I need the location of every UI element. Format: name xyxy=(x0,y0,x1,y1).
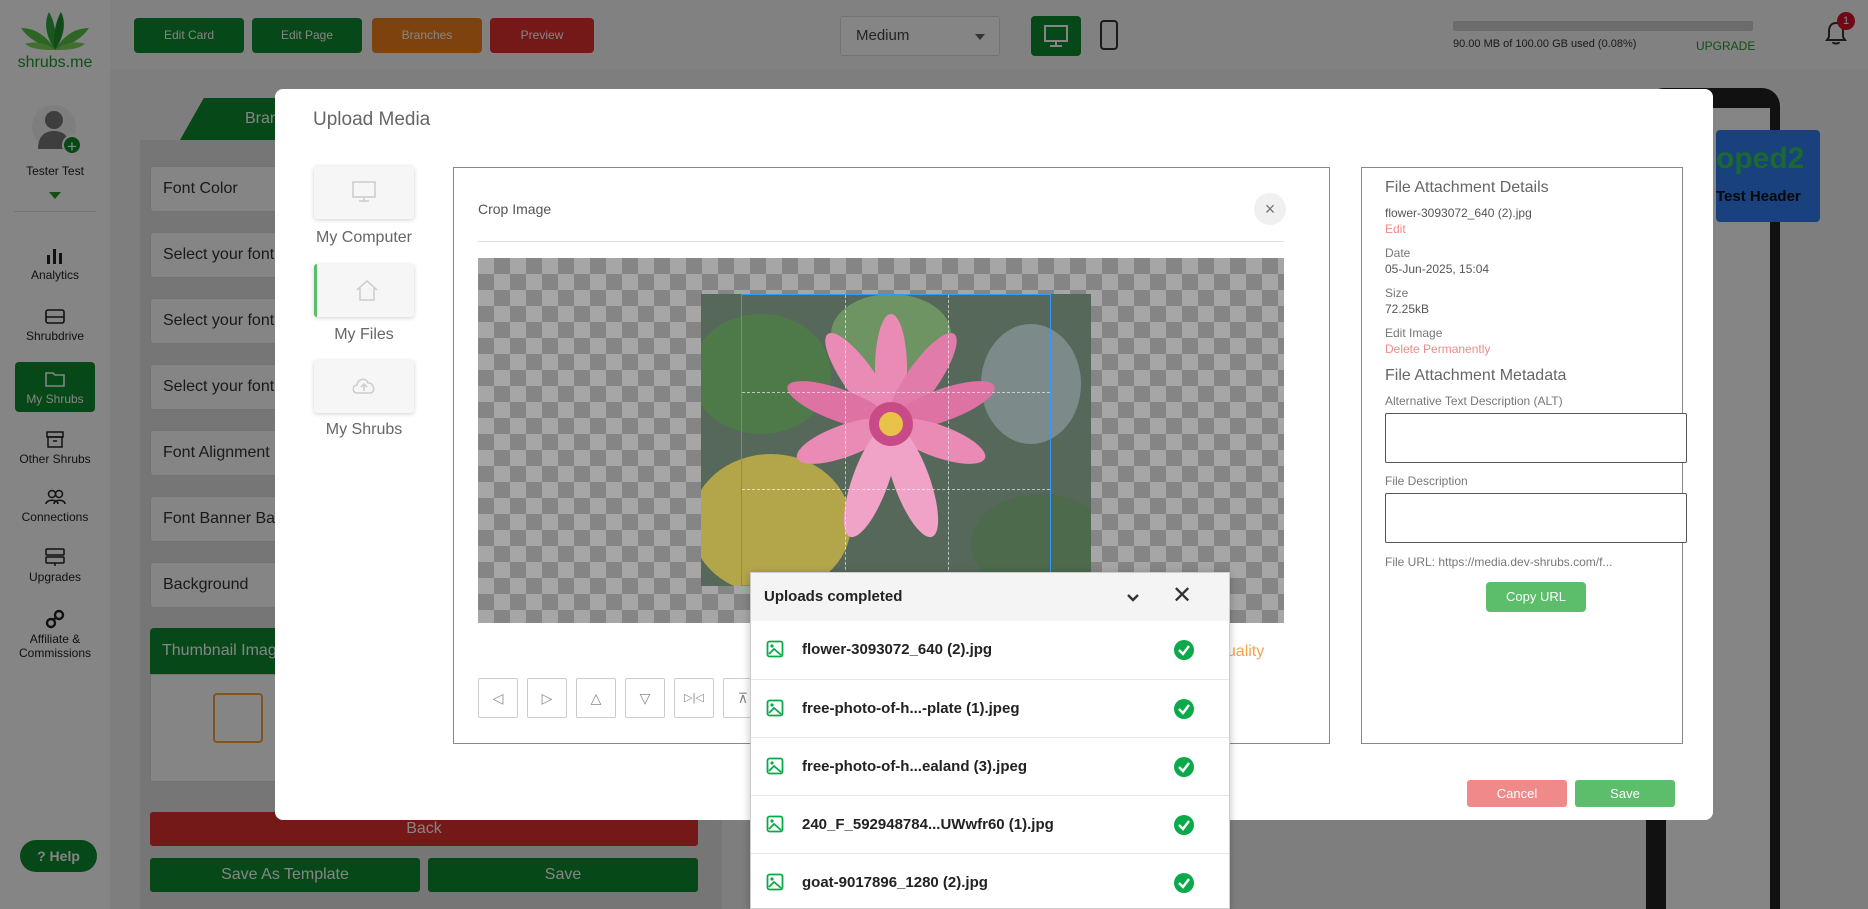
crop-selection-box[interactable] xyxy=(741,294,1051,586)
upload-row: free-photo-of-h...ealand (3).jpeg xyxy=(751,737,1229,795)
upload-file-name: free-photo-of-h...ealand (3).jpeg xyxy=(802,758,1027,775)
delete-permanently-link[interactable]: Delete Permanently xyxy=(1385,342,1490,356)
rotate-left-button[interactable]: ◁ xyxy=(478,678,518,718)
check-circle-icon xyxy=(1174,699,1194,719)
check-circle-icon xyxy=(1174,873,1194,893)
crop-grid-line xyxy=(845,295,846,585)
upload-row: flower-3093072_640 (2).jpg xyxy=(751,621,1229,679)
modal-title: Upload Media xyxy=(313,109,431,130)
image-file-icon xyxy=(766,873,784,891)
uploads-header: Uploads completed ✕ xyxy=(751,573,1229,621)
check-circle-icon xyxy=(1174,640,1194,660)
move-down-button[interactable]: ▽ xyxy=(625,678,665,718)
crop-grid-line xyxy=(742,392,1050,393)
file-details-panel: File Attachment Details flower-3093072_6… xyxy=(1361,167,1687,744)
monitor-icon xyxy=(352,181,376,202)
image-file-icon xyxy=(766,640,784,658)
crop-grid-line xyxy=(948,295,949,585)
source-label[interactable]: My Files xyxy=(295,326,433,344)
source-my-shrubs[interactable] xyxy=(314,360,414,413)
check-circle-icon xyxy=(1174,757,1194,777)
alt-text-input[interactable] xyxy=(1385,413,1687,463)
upload-file-name: goat-9017896_1280 (2).jpg xyxy=(802,874,988,891)
crop-canvas[interactable] xyxy=(478,258,1284,623)
rotate-right-button[interactable]: ▷ xyxy=(527,678,567,718)
crop-grid-line xyxy=(742,489,1050,490)
metadata-heading: File Attachment Metadata xyxy=(1385,367,1567,384)
date-value: 05-Jun-2025, 15:04 xyxy=(1385,262,1490,276)
size-label: Size xyxy=(1385,286,1409,300)
chevron-down-icon[interactable] xyxy=(1123,587,1143,607)
file-url: File URL: https://media.dev-shrubs.com/f… xyxy=(1385,555,1613,569)
source-my-computer[interactable] xyxy=(314,166,414,219)
copy-url-button[interactable]: Copy URL xyxy=(1486,582,1586,612)
divider xyxy=(478,241,1284,242)
crop-title: Crop Image xyxy=(478,201,552,217)
date-label: Date xyxy=(1385,246,1411,260)
home-icon xyxy=(356,279,378,301)
upload-file-name: 240_F_592948784...UWwfr60 (1).jpg xyxy=(802,816,1054,833)
upload-file-name: free-photo-of-h...-plate (1).jpeg xyxy=(802,700,1020,717)
image-file-icon xyxy=(766,699,784,717)
uploads-popup: Uploads completed ✕ flower-3093072_640 (… xyxy=(750,572,1230,909)
image-file-icon xyxy=(766,757,784,775)
close-icon[interactable]: × xyxy=(1254,193,1286,225)
uploads-title: Uploads completed xyxy=(764,588,903,605)
alt-text-label: Alternative Text Description (ALT) xyxy=(1385,394,1563,408)
cancel-button[interactable]: Cancel xyxy=(1467,780,1567,807)
source-my-files[interactable] xyxy=(314,264,414,317)
source-label[interactable]: My Computer xyxy=(295,229,433,247)
file-description-input[interactable] xyxy=(1385,493,1687,543)
check-circle-icon xyxy=(1174,815,1194,835)
upload-row: goat-9017896_1280 (2).jpg xyxy=(751,853,1229,909)
cloud-upload-icon xyxy=(352,378,375,394)
file-description-label: File Description xyxy=(1385,474,1468,488)
source-label[interactable]: My Shrubs xyxy=(295,421,433,439)
edit-filename-link[interactable]: Edit xyxy=(1385,222,1406,236)
close-icon[interactable]: ✕ xyxy=(1172,583,1192,609)
edit-image-label[interactable]: Edit Image xyxy=(1385,326,1442,340)
flip-horizontal-button[interactable]: ▷|◁ xyxy=(674,678,714,718)
details-heading: File Attachment Details xyxy=(1385,179,1549,196)
upload-row: free-photo-of-h...-plate (1).jpeg xyxy=(751,679,1229,737)
image-file-icon xyxy=(766,815,784,833)
save-button[interactable]: Save xyxy=(1575,780,1675,807)
upload-row: 240_F_592948784...UWwfr60 (1).jpg xyxy=(751,795,1229,853)
file-name: flower-3093072_640 (2).jpg xyxy=(1385,206,1532,220)
upload-file-name: flower-3093072_640 (2).jpg xyxy=(802,641,993,658)
size-value: 72.25kB xyxy=(1385,302,1430,316)
move-up-button[interactable]: △ xyxy=(576,678,616,718)
